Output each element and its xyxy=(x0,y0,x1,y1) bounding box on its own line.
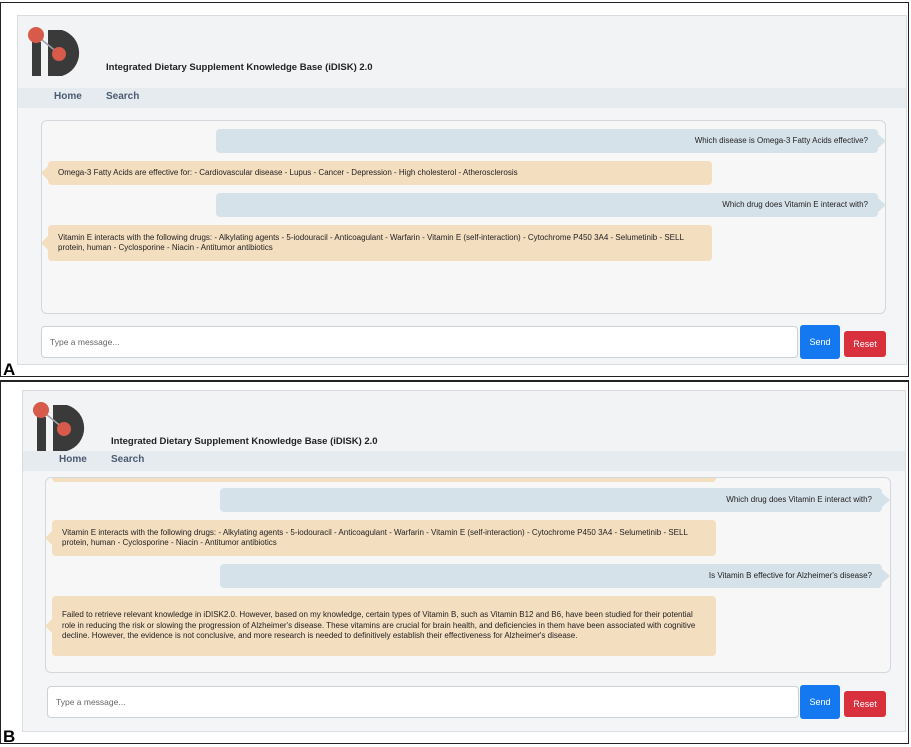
chat-window[interactable]: Which disease is Omega-3 Fatty Acids eff… xyxy=(41,120,886,314)
message-text: Omega-3 Fatty Acids are effective for: -… xyxy=(58,167,518,177)
nav-bar: Home Search xyxy=(23,451,905,471)
nav-search-link[interactable]: Search xyxy=(111,454,144,465)
panel-label-a: A xyxy=(3,360,16,379)
message-text: Failed to retrieve relevant knowledge in… xyxy=(62,610,696,641)
nav-search-link[interactable]: Search xyxy=(106,91,139,102)
chat-window[interactable]: Which drug does Vitamin E interact with?… xyxy=(45,477,891,673)
app-title: Integrated Dietary Supplement Knowledge … xyxy=(106,62,373,73)
user-message: Is Vitamin B effective for Alzheimer's d… xyxy=(220,564,890,588)
panel-label-b: B xyxy=(3,727,16,746)
app-title: Integrated Dietary Supplement Knowledge … xyxy=(111,436,378,447)
send-button[interactable]: Send xyxy=(800,685,840,719)
nav-home-link[interactable]: Home xyxy=(59,454,87,465)
panel-b: Integrated Dietary Supplement Knowledge … xyxy=(0,380,909,746)
idisk-logo-icon xyxy=(28,27,80,76)
bot-message-partial xyxy=(52,478,716,482)
chat-app: Integrated Dietary Supplement Knowledge … xyxy=(17,15,907,365)
nav-bar: Home Search xyxy=(18,88,906,108)
user-message: Which drug does Vitamin E interact with? xyxy=(216,193,885,217)
bot-message: Failed to retrieve relevant knowledge in… xyxy=(46,596,716,656)
send-button[interactable]: Send xyxy=(800,325,840,359)
user-message: Which disease is Omega-3 Fatty Acids eff… xyxy=(216,129,885,153)
message-text: Is Vitamin B effective for Alzheimer's d… xyxy=(708,570,872,580)
chat-app: Integrated Dietary Supplement Knowledge … xyxy=(22,390,906,732)
reset-button[interactable]: Reset xyxy=(844,331,886,357)
panel-a: Integrated Dietary Supplement Knowledge … xyxy=(0,2,909,379)
message-text: Vitamin E interacts with the following d… xyxy=(58,232,684,253)
app-header: Integrated Dietary Supplement Knowledge … xyxy=(18,16,906,88)
message-input[interactable]: Type a message... xyxy=(41,326,798,358)
nav-home-link[interactable]: Home xyxy=(54,91,82,102)
message-text: Which disease is Omega-3 Fatty Acids eff… xyxy=(694,135,868,145)
user-message: Which drug does Vitamin E interact with? xyxy=(220,488,890,512)
message-text: Vitamin E interacts with the following d… xyxy=(62,527,688,548)
bot-message: Vitamin E interacts with the following d… xyxy=(42,225,712,261)
bot-message: Vitamin E interacts with the following d… xyxy=(46,520,716,556)
message-input[interactable]: Type a message... xyxy=(47,686,799,718)
idisk-logo-icon xyxy=(33,402,85,451)
bot-message: Omega-3 Fatty Acids are effective for: -… xyxy=(42,161,712,185)
message-text: Which drug does Vitamin E interact with? xyxy=(722,199,868,209)
message-text: Which drug does Vitamin E interact with? xyxy=(726,494,872,504)
reset-button[interactable]: Reset xyxy=(844,691,886,717)
